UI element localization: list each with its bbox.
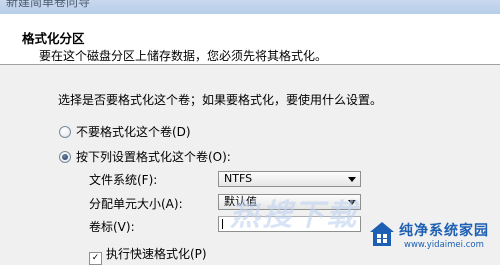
page-description: 要在这个磁盘分区上储存数据，您必须先将其格式化。: [39, 49, 328, 63]
wizard-header: 格式化分区 要在这个磁盘分区上储存数据，您必须先将其格式化。: [0, 14, 500, 65]
site-watermark-logo: 纯净系统家园 www.yidaimei.com: [368, 216, 500, 254]
quick-format-label: 执行快速格式化(P): [106, 247, 207, 261]
no-format-label: 不要格式化这个卷(D): [76, 125, 191, 139]
house-logo-icon: [370, 222, 394, 246]
allocation-unit-label: 分配单元大小(A):: [89, 197, 183, 211]
text-caret: [222, 219, 223, 229]
chevron-down-icon[interactable]: [348, 177, 356, 182]
file-system-select[interactable]: NTFS: [218, 171, 361, 187]
file-system-label: 文件系统(F):: [89, 173, 158, 187]
format-radio[interactable]: [59, 151, 71, 163]
watermark-text: 热搜下载: [230, 198, 358, 233]
quick-format-option[interactable]: ✓ 执行快速格式化(P): [89, 245, 207, 265]
format-label: 按下列设置格式化这个卷(O):: [76, 150, 231, 164]
instruction-text: 选择是否要格式化这个卷；如果要格式化，要使用什么设置。: [58, 93, 383, 107]
page-title: 格式化分区: [22, 31, 85, 46]
window-title-bar: 新建简单卷向导: [0, 0, 500, 14]
file-system-value: NTFS: [224, 172, 253, 185]
site-url: www.yidaimei.com: [404, 240, 484, 250]
format-option[interactable]: 按下列设置格式化这个卷(O):: [59, 149, 231, 165]
no-format-radio[interactable]: [59, 126, 71, 138]
no-format-option[interactable]: 不要格式化这个卷(D): [59, 124, 191, 140]
window-title: 新建简单卷向导: [6, 0, 91, 9]
volume-label-label: 卷标(V):: [89, 220, 135, 234]
site-name: 纯净系统家园: [399, 223, 489, 239]
